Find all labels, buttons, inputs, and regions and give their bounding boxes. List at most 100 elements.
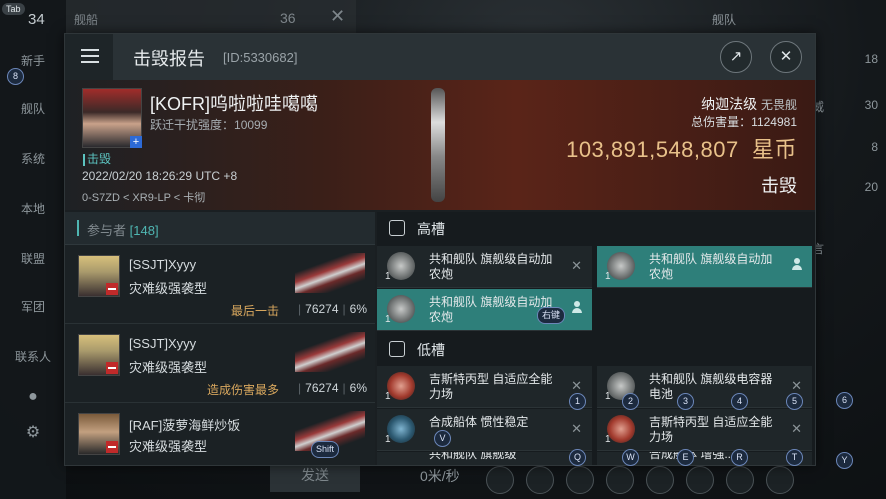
participant-name: [SSJT]Xyyy [129, 336, 197, 351]
module-label: 合成船体 惯性稳定 [429, 415, 529, 429]
participant-row[interactable]: [SSJT]Xyyy 灾难级强袭型 造成伤害最多 | 76274 | 6% [65, 324, 375, 403]
nav-item-local[interactable]: 本地 [0, 200, 66, 217]
hostile-icon [106, 362, 118, 374]
ship-status: 击毁 [761, 176, 797, 196]
hotkey-shift: Shift [311, 441, 340, 458]
hotkey-E: E [677, 449, 694, 466]
total-damage: 总伤害量：1124981 [691, 115, 797, 129]
low-slot-module[interactable]: 1 合成船体 惯性稳定 ✕ [377, 409, 592, 451]
module-button[interactable] [766, 466, 794, 494]
hotkey-R: R [731, 449, 748, 466]
nav-item-alliance[interactable]: 联盟 [0, 250, 66, 267]
module-label: 共和舰队 旗舰级自动加农炮 [429, 295, 553, 324]
module-button[interactable] [526, 466, 554, 494]
hotkey-3: 3 [677, 393, 694, 410]
final-blow-tag: 最后一击 [230, 304, 279, 318]
dropped-person-icon [792, 258, 802, 270]
participant-name: [SSJT]Xyyy [129, 257, 197, 272]
background-chat-tab: 舰船 36 ✕ [66, 0, 356, 36]
destroyed-x-icon: ✕ [571, 421, 582, 436]
adaptive-field-icon [387, 372, 415, 400]
chat-tab-label[interactable]: 舰船 [74, 11, 98, 28]
destroyed-x-icon: ✕ [571, 378, 582, 393]
participant-ship: 灾难级强袭型 [129, 360, 208, 375]
nav-item-newbie[interactable]: 新手 [0, 52, 66, 69]
hotkey-6: 6 [836, 392, 853, 409]
high-slot-module[interactable]: 1 共和舰队 旗舰级自动加农炮 ✕ [377, 246, 592, 288]
hotkey-2: 2 [622, 393, 639, 410]
autocannon-icon [387, 295, 415, 323]
module-button[interactable] [486, 466, 514, 494]
hotkey-V: V [434, 430, 451, 447]
report-id[interactable]: [ID:5330682] [223, 50, 297, 65]
low-slot-module[interactable]: 1 吉斯特丙型 自适应全能力场 ✕ [377, 366, 592, 408]
module-label: 共和舰队 旗舰级电容器电池 [649, 372, 773, 401]
hotkey-5: 5 [786, 393, 803, 410]
module-button[interactable] [646, 466, 674, 494]
right-value: 30 [864, 98, 878, 112]
fitting-panel: 高槽 1 共和舰队 旗舰级自动加农炮 ✕ 1 共和舰队 旗舰级自动加农炮 1 共… [377, 212, 815, 465]
adaptive-field-icon [607, 415, 635, 443]
module-button[interactable] [686, 466, 714, 494]
participant-row[interactable]: [SSJT]Xyyy 灾难级强袭型 最后一击 | 76274 | 6% [65, 245, 375, 324]
speed-readout: 0米/秒 [420, 468, 460, 484]
gear-icon[interactable]: ⚙ [0, 422, 66, 442]
module-label: 共和舰队 旗舰级自动加农炮 [649, 252, 773, 281]
high-slot-module[interactable]: 1 共和舰队 旗舰级自动加农炮 [597, 246, 812, 288]
share-icon[interactable]: ↗ [720, 41, 752, 73]
nav-item-contacts[interactable]: 联系人 [0, 348, 66, 365]
right-value: 18 [864, 52, 878, 66]
nav-item-system[interactable]: 系统 [0, 150, 66, 167]
autocannon-icon [387, 252, 415, 280]
ship-name: 纳迦法级 无畏舰 [701, 96, 797, 112]
add-contact-icon[interactable]: + [130, 136, 142, 148]
high-slot-module[interactable]: 1 共和舰队 旗舰级自动加农炮 右键 [377, 289, 592, 331]
victim-ship-image [431, 88, 445, 202]
low-slot-label: 低槽 [417, 342, 445, 358]
victim-summary: + [KOFR]呜啦啦哇噶噶 跃迁干扰强度：10099 击毁 2022/02/2… [65, 80, 815, 210]
participants-panel: 参与者 [148] [SSJT]Xyyy 灾难级强袭型 最后一击 | 76274 |… [65, 212, 375, 465]
fleet-label[interactable]: 舰队 [712, 11, 736, 28]
module-label: 吉斯特丙型 自适应全能力场 [649, 415, 773, 444]
person-icon[interactable]: ● [0, 388, 66, 406]
close-button[interactable]: ✕ [770, 41, 802, 73]
module-label: 共和舰队 旗舰级 [429, 452, 517, 461]
low-slot-module[interactable]: 1 吉斯特丙型 自适应全能力场 ✕ [597, 409, 812, 451]
tab-hotkey: Tab [2, 3, 25, 15]
dropped-person-icon [572, 301, 582, 313]
destroyed-x-icon: ✕ [791, 378, 802, 393]
fleet-panel-header: 舰队 [672, 0, 886, 36]
jam-strength: 跃迁干扰强度：10099 [150, 118, 268, 132]
participant-damage: | 76274 | 6% [298, 302, 367, 316]
online-count: 34 [28, 11, 45, 28]
module-label: 吉斯特丙型 自适应全能力场 [429, 372, 553, 401]
participant-ship: 灾难级强袭型 [129, 281, 208, 296]
low-slot-module[interactable]: 共和舰队 旗舰级 [377, 452, 592, 465]
autocannon-icon [607, 252, 635, 280]
kill-report-dialog: 击毁报告 [ID:5330682] ↗ ✕ + [KOFR]呜啦啦哇噶噶 跃迁干… [64, 33, 816, 466]
nav-item-corp[interactable]: 军团 [0, 298, 66, 315]
participant-damage: | 76274 | 6% [298, 381, 367, 395]
module-button[interactable] [566, 466, 594, 494]
ship-class: 无畏舰 [760, 98, 797, 112]
module-button[interactable] [726, 466, 754, 494]
close-icon[interactable]: ✕ [330, 6, 345, 27]
victim-avatar[interactable]: + [82, 88, 142, 148]
low-slot-header: 低槽 [377, 333, 815, 365]
dialog-header: 击毁报告 [ID:5330682] ↗ ✕ [65, 34, 815, 80]
right-value: 8 [871, 140, 878, 154]
hotkey-W: W [622, 449, 639, 466]
hostile-icon [106, 283, 118, 295]
chat-tab-count: 36 [280, 10, 296, 26]
destroyed-x-icon: ✕ [571, 258, 582, 273]
nav-item-fleet[interactable]: 舰队 [0, 100, 66, 117]
hotkey-Q: Q [569, 449, 586, 466]
module-button[interactable] [606, 466, 634, 494]
participant-ship: 灾难级强袭型 [129, 439, 208, 454]
hotkey-right-click: 右键 [537, 307, 566, 324]
right-value: 20 [864, 180, 878, 194]
isk-value: 103,891,548,807 星币 [566, 137, 797, 162]
menu-icon[interactable] [65, 34, 113, 80]
high-slot-header: 高槽 [377, 212, 815, 244]
module-label: 合成船体 增强... [649, 452, 735, 461]
